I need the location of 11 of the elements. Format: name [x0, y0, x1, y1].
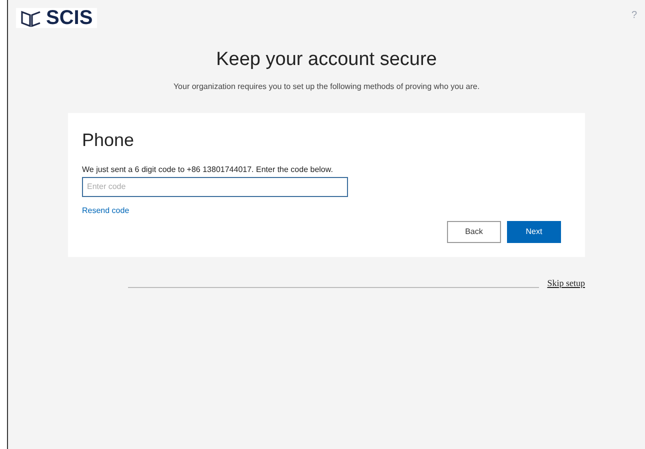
resend-code-link[interactable]: Resend code	[82, 204, 571, 216]
page-subtitle: Your organization requires you to set up the following methods of proving who you are.	[172, 80, 481, 92]
instruction-text: We just sent a 6 digit code to +86 13801744017. Enter the code below.	[82, 164, 334, 176]
next-button[interactable]: Next	[507, 220, 561, 242]
back-button[interactable]: Back	[447, 220, 501, 242]
page-title: Keep your account secure	[215, 48, 438, 72]
section-heading: Phone	[82, 128, 136, 152]
logo-text: SCIS	[46, 8, 93, 28]
code-field[interactable]: Enter code	[82, 176, 348, 196]
book-icon	[20, 9, 42, 27]
skip-setup-link[interactable]: Skip setup	[547, 276, 585, 290]
